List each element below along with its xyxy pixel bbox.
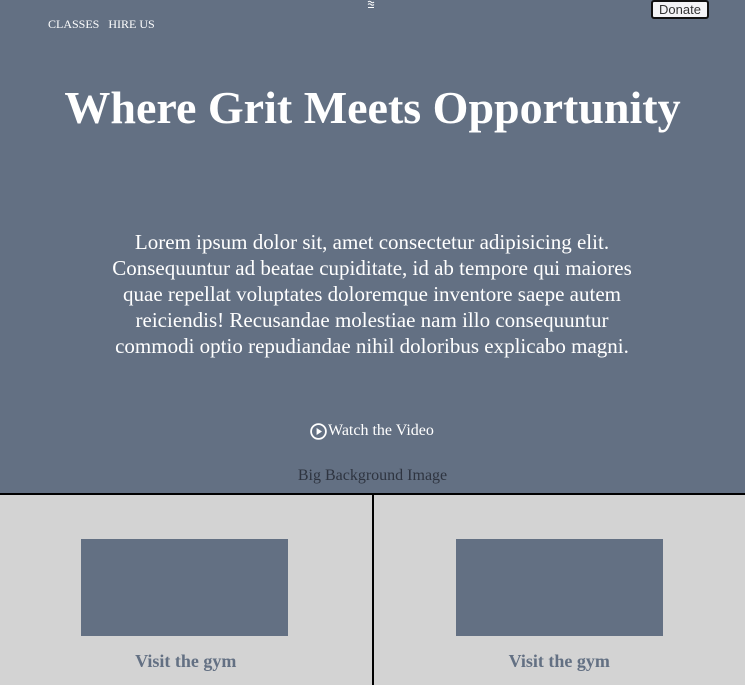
card-image-placeholder: [455, 539, 663, 636]
nav-link-hire-us[interactable]: HIRE US: [108, 17, 154, 32]
cards-section: Visit the gym Visit the gym: [0, 493, 745, 685]
gym-card[interactable]: Visit the gym: [0, 495, 372, 685]
background-image-caption: Big Background Image: [297, 467, 448, 484]
nav-link-classes[interactable]: CLASSES: [48, 17, 99, 32]
hero-description: Lorem ipsum dolor sit, amet consectetur …: [112, 230, 632, 358]
watch-video-link[interactable]: Watch the Video: [310, 422, 434, 440]
watch-video-label: Watch the Video: [328, 422, 434, 439]
hero-section: CLASSES HIRE US Donate Where Grit Meets …: [0, 0, 745, 493]
card-title[interactable]: Visit the gym: [374, 651, 745, 672]
card-image-placeholder: [81, 539, 288, 636]
card-title[interactable]: Visit the gym: [0, 651, 372, 672]
wavy-logo-icon[interactable]: [367, 0, 375, 9]
donate-button[interactable]: Donate: [651, 0, 709, 19]
hero-title: Where Grit Meets Opportunity: [64, 82, 681, 133]
play-circle-icon: [310, 422, 327, 440]
main-nav: CLASSES HIRE US: [48, 17, 155, 32]
gym-card[interactable]: Visit the gym: [371, 495, 745, 685]
